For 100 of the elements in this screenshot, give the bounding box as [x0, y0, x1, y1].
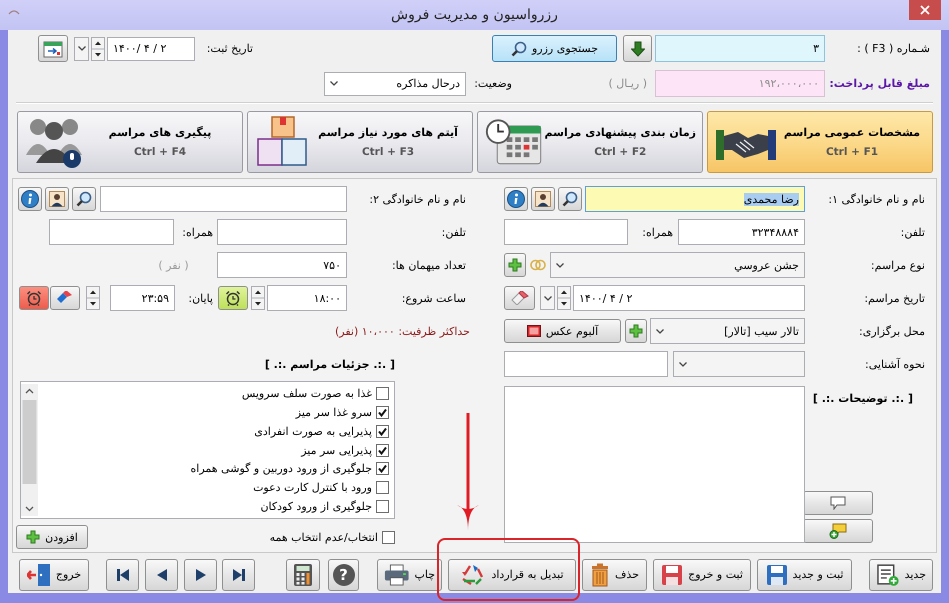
new-button[interactable]: جدید — [869, 558, 933, 590]
spinner-control[interactable] — [557, 286, 571, 310]
checklist-item[interactable]: پذیرایی سر میز — [301, 440, 389, 460]
photo-album-button[interactable]: آلبوم عکس — [504, 319, 621, 343]
checklist-item[interactable]: ورود با کنترل کارت دعوت — [253, 478, 389, 498]
spinner-control[interactable] — [91, 36, 105, 60]
save-and-new-button[interactable]: ثبت و جدید — [757, 558, 852, 590]
printer-icon — [384, 562, 410, 586]
add-button[interactable] — [504, 253, 526, 277]
calendar-button[interactable] — [38, 35, 68, 62]
phone-field[interactable]: ۳۲۳۴۸۸۸۴ — [678, 219, 805, 245]
exit-button[interactable]: خروج — [19, 558, 89, 590]
ceremony-type-select[interactable]: جشن عروسي — [550, 252, 805, 278]
search-button[interactable] — [72, 187, 96, 211]
rings-icon — [529, 259, 547, 271]
checkbox[interactable] — [376, 386, 389, 400]
down-arrow-button[interactable] — [623, 35, 652, 62]
mobile-label: همراه: — [642, 226, 674, 238]
alarm-clock-icon — [225, 290, 241, 306]
phone-field[interactable] — [217, 219, 347, 245]
end-time-field[interactable]: ۲۳:۵۹ — [110, 285, 175, 311]
end-alarm-button[interactable] — [19, 286, 49, 310]
status-select[interactable]: درحال مذاکره — [324, 72, 466, 96]
checkbox[interactable] — [376, 500, 389, 514]
ceremony-date-field[interactable]: ۱۴۰۰/ ۴ / ۲ — [573, 285, 805, 311]
checkbox[interactable] — [376, 406, 389, 419]
eraser-icon — [510, 291, 528, 305]
dropdown-button[interactable] — [540, 286, 555, 310]
checkbox[interactable] — [376, 424, 389, 438]
search-button[interactable] — [558, 187, 582, 211]
next-record-button[interactable] — [184, 558, 217, 590]
status-label: وضعیت: — [474, 77, 512, 90]
mobile-field[interactable] — [49, 219, 174, 245]
info-button[interactable] — [504, 187, 528, 211]
caret-icon — [544, 296, 552, 300]
comment-button[interactable] — [803, 491, 873, 515]
checkbox[interactable] — [376, 444, 389, 456]
capacity-label: حداکثر ظرفیت: ۱۰،۰۰۰ (نفر) — [334, 324, 470, 338]
person-photo-icon — [49, 191, 65, 207]
name-field[interactable]: رضا محمدی — [585, 186, 805, 212]
skip-back-icon — [116, 568, 130, 582]
checkbox[interactable] — [376, 462, 389, 476]
calculator-icon — [293, 562, 313, 586]
guests-count-field[interactable]: ۷۵۰ — [217, 252, 347, 278]
document-plus-icon — [876, 562, 900, 586]
previous-record-button[interactable] — [145, 558, 178, 590]
name-field[interactable] — [100, 186, 347, 212]
caret-icon — [679, 362, 687, 366]
close-icon — [920, 5, 930, 15]
caret-icon — [78, 46, 86, 51]
checkbox[interactable] — [382, 530, 395, 544]
print-button[interactable]: چاپ — [377, 558, 442, 590]
help-button[interactable]: ? — [328, 558, 359, 590]
spinner-control[interactable] — [251, 286, 265, 310]
caret-icon — [556, 262, 564, 268]
checklist-item[interactable]: غذا به صورت سلف سرویس — [242, 384, 389, 403]
first-record-button[interactable] — [106, 558, 139, 590]
details-label: [ .:. جزئیات مراسم .:. ] — [264, 358, 395, 370]
contact-photo-button[interactable] — [45, 187, 69, 211]
info-button[interactable] — [18, 187, 42, 211]
checkbox[interactable] — [376, 481, 389, 494]
checklist-item[interactable]: جلوگیری از ورود دوربین و گوشی همراه — [190, 459, 389, 478]
ceremony-date-label: تاریخ مراسم: — [864, 292, 926, 304]
add-note-button[interactable] — [803, 519, 873, 543]
search-reservation-button[interactable]: جستجوی رزرو — [492, 35, 617, 62]
select-all-checkbox-item[interactable]: انتخاب/عدم انتخاب همه — [270, 527, 395, 547]
payable-amount-label: مبلغ قابل پرداخت: — [829, 77, 930, 90]
spinner-control[interactable] — [86, 286, 100, 310]
dropdown-button[interactable] — [74, 36, 89, 60]
last-record-button[interactable] — [222, 558, 255, 590]
venue-select[interactable]: تالار سیب [تالار] — [650, 318, 805, 344]
clear-button[interactable] — [50, 286, 80, 310]
eraser-icon — [56, 291, 74, 305]
checklist-item[interactable]: پذیرایی به صورت انفرادی — [254, 422, 389, 441]
number-label: شـماره ( F3 ) : — [857, 42, 930, 55]
app-icon — [8, 8, 20, 16]
save-and-exit-button[interactable]: ثبت و خروج — [653, 558, 751, 590]
info-icon — [507, 190, 525, 208]
clear-button[interactable] — [504, 286, 535, 310]
checklist-item[interactable]: سرو غذا سر میز — [296, 402, 389, 422]
exit-door-icon — [26, 562, 51, 586]
referral-field[interactable] — [504, 351, 668, 377]
start-alarm-button[interactable] — [218, 286, 248, 310]
add-item-button[interactable]: افزودن — [16, 525, 88, 549]
registration-date-field[interactable]: ۱۴۰۰/ ۴ / ۲ — [107, 36, 195, 60]
contact-photo-button[interactable] — [531, 187, 555, 211]
convert-to-contract-button[interactable]: تبدیل به قرارداد — [448, 558, 576, 590]
calculator-button[interactable] — [286, 558, 320, 590]
search-icon — [76, 191, 92, 207]
notes-label: [ .:. توضیحات .:. ] — [812, 392, 913, 405]
start-time-field[interactable]: ۱۸:۰۰ — [267, 285, 347, 311]
ceremony-type-label: نوع مراسم: — [870, 258, 926, 272]
add-button[interactable] — [625, 319, 647, 343]
mobile-field[interactable] — [504, 219, 628, 245]
delete-button[interactable]: حذف — [582, 558, 647, 590]
checklist-item[interactable]: جلوگیری از ورود کودکان — [260, 497, 389, 516]
plus-icon — [629, 324, 643, 338]
window-title: رزرواسیون و مدیریت فروش — [391, 7, 558, 23]
close-button[interactable] — [909, 0, 941, 20]
number-field[interactable]: ۳ — [655, 35, 825, 62]
